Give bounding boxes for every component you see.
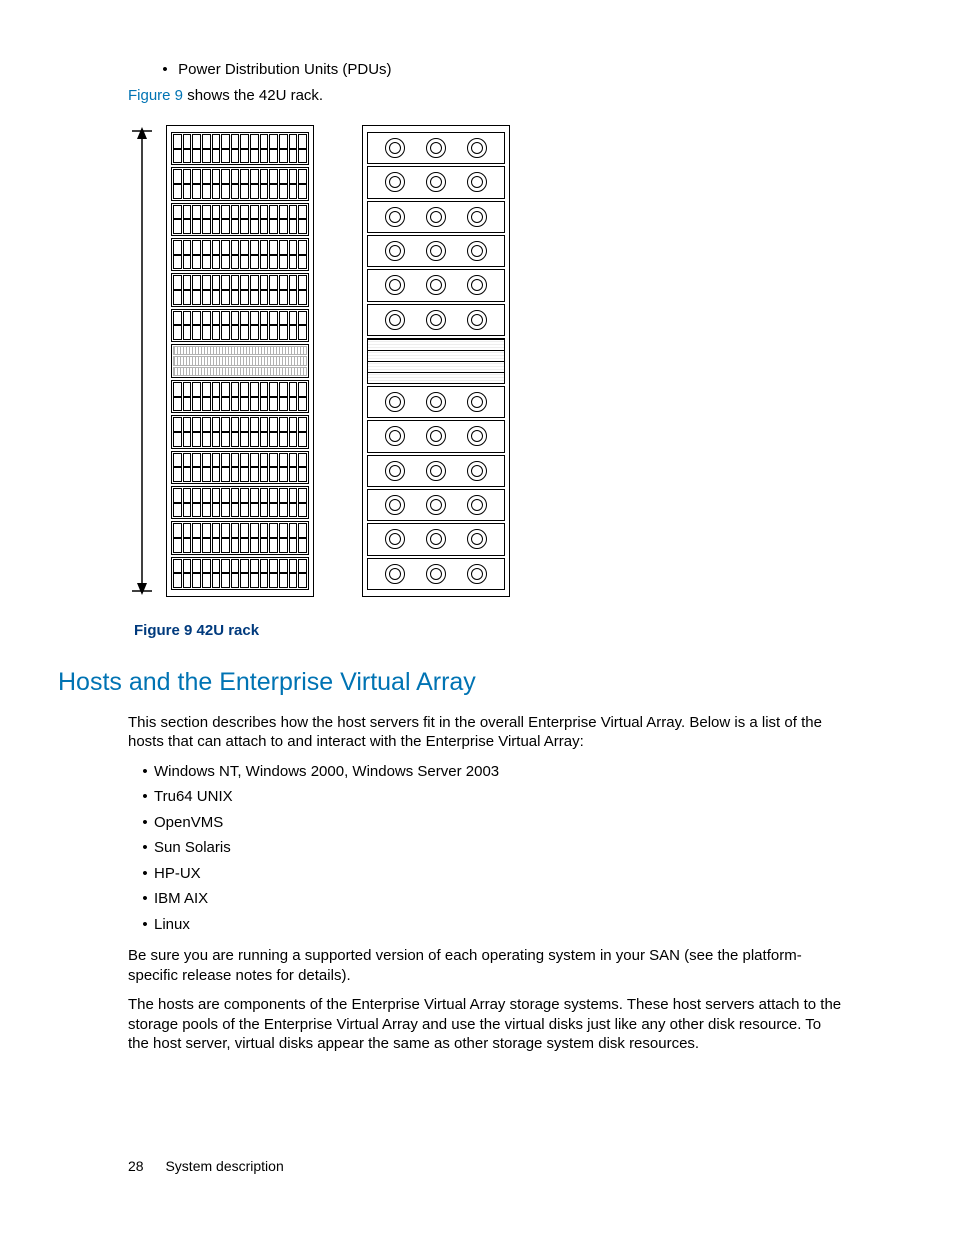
list-item: Tru64 UNIX: [154, 787, 842, 807]
rack-rear-view: [362, 125, 510, 597]
list-item: Windows NT, Windows 2000, Windows Server…: [154, 762, 842, 782]
figure-9: [128, 125, 842, 603]
hosts-paragraph: The hosts are components of the Enterpri…: [128, 995, 842, 1054]
figure-9-link[interactable]: Figure 9: [128, 87, 183, 104]
rack-front-view: [166, 125, 314, 597]
list-item: OpenVMS: [154, 813, 842, 833]
chapter-title: System description: [165, 1158, 283, 1174]
list-item: Linux: [154, 915, 842, 935]
list-item: IBM AIX: [154, 889, 842, 909]
page-footer: 28 System description: [128, 1157, 284, 1175]
list-item: HP-UX: [154, 864, 842, 884]
figure-reference-line: Figure 9 shows the 42U rack.: [128, 86, 842, 106]
height-arrow: [128, 125, 156, 603]
page-number: 28: [128, 1158, 144, 1174]
intro-paragraph: This section describes how the host serv…: [128, 713, 842, 752]
support-paragraph: Be sure you are running a supported vers…: [128, 946, 842, 985]
section-heading: Hosts and the Enterprise Virtual Array: [58, 666, 842, 699]
figure-caption: Figure 9 42U rack: [134, 621, 842, 641]
list-item: Sun Solaris: [154, 838, 842, 858]
os-list: Windows NT, Windows 2000, Windows Server…: [128, 762, 842, 935]
bullet-pdu: Power Distribution Units (PDUs): [174, 60, 842, 80]
figure-reference-rest: shows the 42U rack.: [183, 87, 323, 104]
bullet-pdu-text: Power Distribution Units (PDUs): [178, 61, 391, 78]
